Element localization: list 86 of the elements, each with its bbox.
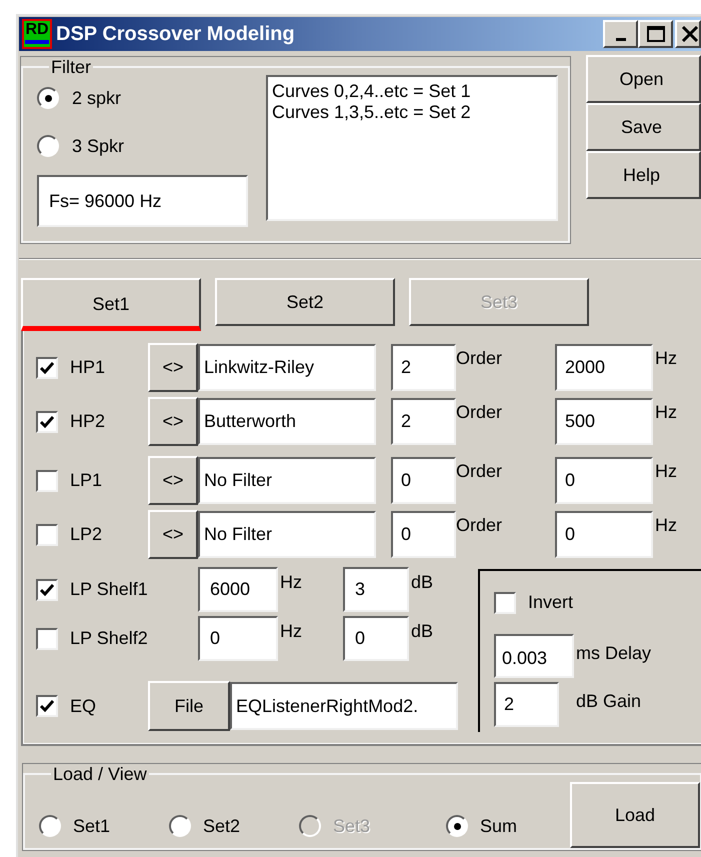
maximize-button[interactable] (638, 20, 673, 48)
group-label: Load / View (52, 764, 148, 784)
unit-label: Hz (280, 620, 303, 643)
set-tab[interactable]: Set1 (21, 278, 201, 331)
gain-field[interactable]: 0 (343, 616, 409, 661)
close-icon (681, 26, 699, 42)
sample-rate-field[interactable]: Fs= 96000 Hz (37, 175, 248, 227)
unit-label: Hz (655, 460, 677, 483)
checkmark-icon (40, 584, 54, 596)
toggle-button[interactable]: <> (148, 456, 198, 505)
unit-label: Hz (655, 514, 677, 537)
toggle-button[interactable]: <> (148, 510, 198, 559)
unit-label: dB (411, 571, 434, 594)
radio-button[interactable] (169, 815, 191, 837)
group-label: Filter (50, 57, 92, 77)
window-title: DSP Crossover Modeling (56, 22, 295, 47)
filter-type-field[interactable]: Linkwitz-Riley (198, 344, 376, 391)
checkbox[interactable] (36, 628, 58, 650)
toggle-button[interactable]: <> (148, 397, 198, 446)
gain-field[interactable]: 3 (343, 567, 409, 612)
delay-label: ms Delay (576, 642, 652, 665)
side-button[interactable]: Help (586, 151, 701, 199)
unit-label: dB (411, 620, 434, 643)
checkbox[interactable] (36, 695, 58, 717)
list-item[interactable]: Curves 0,2,4..etc = Set 1 (272, 81, 552, 102)
order-field[interactable]: 0 (391, 511, 456, 558)
checkbox[interactable] (36, 470, 58, 492)
checkmark-icon (40, 362, 54, 374)
app-icon: RD (22, 19, 52, 49)
unit-label: Hz (655, 401, 677, 424)
frequency-field[interactable]: 0 (555, 511, 653, 558)
radio-button[interactable] (39, 815, 61, 837)
frequency-field[interactable]: 6000 (198, 567, 278, 612)
radio-label: Sum (480, 814, 518, 838)
shelf-label: LP Shelf2 (70, 627, 149, 650)
frequency-field[interactable]: 500 (555, 398, 653, 445)
radio-button[interactable] (37, 135, 59, 157)
eq-file-field[interactable]: EQListenerRightMod2. (230, 682, 458, 730)
radio-label: 3 Spkr (72, 134, 124, 158)
side-button[interactable]: Save (586, 103, 701, 151)
frequency-field[interactable]: 2000 (555, 344, 653, 391)
radio-label: 2 spkr (72, 86, 122, 110)
checkbox[interactable] (36, 578, 58, 600)
checkbox[interactable] (36, 524, 58, 546)
frequency-field[interactable]: 0 (198, 616, 278, 661)
delay-field[interactable]: 0.003 (494, 634, 574, 678)
order-field[interactable]: 2 (391, 344, 456, 391)
invert-label: Invert (528, 591, 574, 614)
order-field[interactable]: 2 (391, 398, 456, 445)
radio-button[interactable] (446, 815, 468, 837)
order-label: Order (456, 460, 504, 483)
order-label: Order (456, 514, 504, 537)
radio-button[interactable] (37, 87, 59, 109)
filter-type-field[interactable]: Butterworth (198, 398, 376, 445)
radio-label: Set1 (73, 814, 110, 838)
filter-label: LP1 (70, 469, 104, 492)
checkbox[interactable] (36, 410, 58, 432)
toggle-button[interactable]: <> (148, 343, 198, 392)
gain-field[interactable]: 2 (494, 682, 559, 727)
radio-label: Set2 (203, 814, 240, 838)
unit-label: Hz (655, 347, 677, 370)
order-label: Order (456, 347, 504, 370)
filter-label: LP2 (70, 523, 104, 546)
set-tab[interactable]: Set2 (215, 278, 395, 326)
shelf-label: LP Shelf1 (70, 578, 149, 601)
filter-label: HP2 (70, 410, 106, 433)
side-button[interactable]: Open (586, 55, 701, 103)
unit-label: Hz (280, 571, 303, 594)
checkbox[interactable] (494, 592, 516, 614)
filter-label: HP1 (70, 356, 106, 379)
minimize-button[interactable] (603, 20, 638, 48)
checkbox[interactable] (36, 356, 58, 378)
eq-label: EQ (70, 694, 98, 718)
frequency-field[interactable]: 0 (555, 457, 653, 504)
checkmark-icon (40, 700, 54, 712)
list-item[interactable]: Curves 1,3,5..etc = Set 2 (272, 102, 552, 123)
checkmark-icon (40, 416, 54, 428)
close-button[interactable] (675, 20, 701, 48)
order-field[interactable]: 0 (391, 457, 456, 504)
gain-label: dB Gain (576, 690, 642, 713)
file-button[interactable]: File (148, 681, 230, 731)
filter-type-field[interactable]: No Filter (198, 511, 376, 558)
load-button[interactable]: Load (570, 782, 700, 848)
radio-label: Set3 (333, 814, 370, 838)
order-label: Order (456, 401, 504, 424)
filter-type-field[interactable]: No Filter (198, 457, 376, 504)
